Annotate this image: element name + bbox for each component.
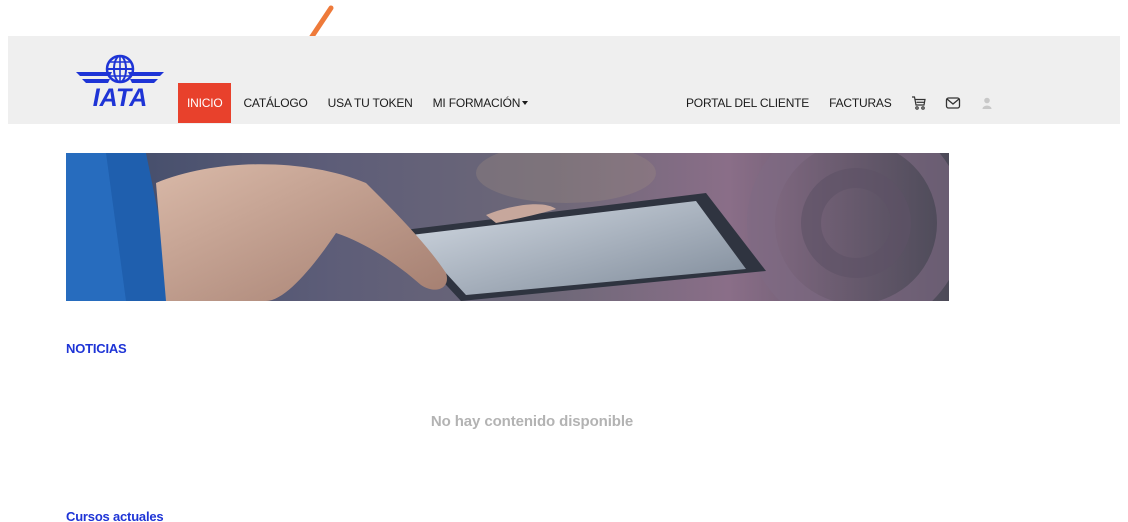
iata-logo[interactable]: IATA [74, 50, 166, 108]
hero-banner-image [66, 153, 949, 301]
main-nav: INICIO CATÁLOGO USA TU TOKEN MI FORMACIÓ… [178, 83, 538, 123]
logo-text: IATA [93, 84, 148, 108]
nav-inicio[interactable]: INICIO [178, 83, 232, 123]
nav-mi-formacion-dropdown[interactable]: MI FORMACIÓN [423, 83, 539, 123]
nav-usa-tu-token[interactable]: USA TU TOKEN [318, 83, 423, 123]
news-section-title: NOTICIAS [66, 341, 127, 356]
secondary-nav: PORTAL DEL CLIENTE FACTURAS [676, 83, 1004, 123]
user-avatar-icon[interactable] [970, 83, 1004, 123]
mail-icon[interactable] [936, 83, 970, 123]
nav-catalogo[interactable]: CATÁLOGO [233, 83, 317, 123]
current-courses-title: Cursos actuales [66, 509, 164, 522]
nav-portal-del-cliente[interactable]: PORTAL DEL CLIENTE [676, 83, 819, 123]
empty-content-message: No hay contenido disponible [430, 413, 634, 430]
nav-facturas[interactable]: FACTURAS [819, 83, 901, 123]
top-navbar: IATA INICIO CATÁLOGO USA TU TOKEN MI FOR… [8, 36, 1120, 124]
caret-down-icon [522, 101, 529, 105]
cart-icon[interactable] [902, 83, 936, 123]
nav-mi-formacion-label: MI FORMACIÓN [432, 96, 521, 110]
